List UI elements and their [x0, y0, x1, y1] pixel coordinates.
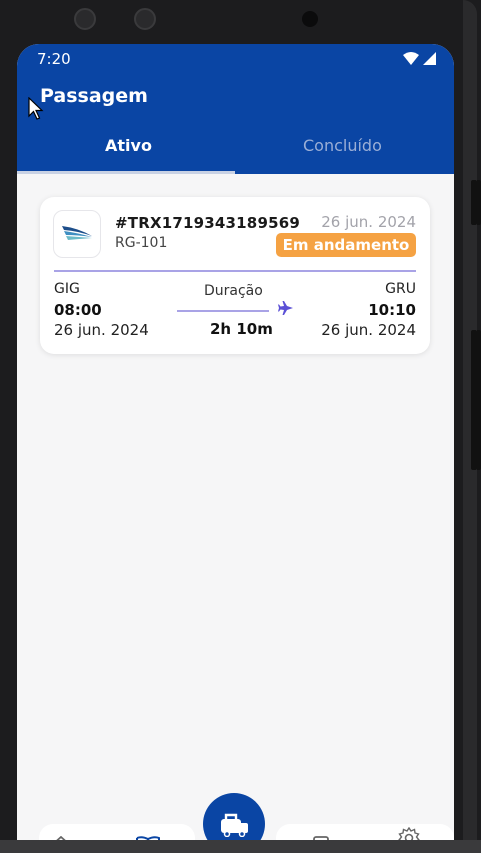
origin-date: 26 jun. 2024 [54, 321, 149, 339]
luggage-icon [221, 813, 248, 837]
status-time: 7:20 [37, 50, 71, 68]
ticket-card[interactable]: #TRX1719343189569 RG-101 26 jun. 2024 Em… [40, 197, 430, 354]
app-screen: 7:20 Passagem Ativo Concluído #TRX171934… [17, 44, 454, 853]
volume-button [471, 180, 477, 225]
signal-icon [423, 52, 436, 65]
origin-time: 08:00 [54, 301, 102, 319]
tab-indicator [17, 171, 235, 174]
bottom-bezel [0, 840, 481, 853]
camera-lens-icon [74, 8, 96, 30]
camera-lens-icon [134, 8, 156, 30]
flight-number: RG-101 [115, 235, 168, 251]
destination-code: GRU [385, 281, 416, 297]
tab-ativo[interactable]: Ativo [105, 136, 152, 155]
ticket-date: 26 jun. 2024 [321, 213, 416, 231]
power-button [471, 330, 477, 470]
tab-concluido[interactable]: Concluído [303, 136, 382, 155]
front-camera-icon [302, 11, 318, 27]
duration-value: 2h 10m [210, 320, 273, 338]
origin-code: GIG [54, 281, 80, 297]
route-line [177, 310, 269, 312]
phone-side-bezel [463, 0, 477, 853]
airline-logo [53, 210, 101, 258]
status-badge: Em andamento [276, 233, 416, 257]
app-header: 7:20 Passagem Ativo Concluído [17, 44, 454, 174]
airline-wing-icon [62, 226, 92, 240]
transaction-id: #TRX1719343189569 [115, 214, 300, 232]
wifi-icon [403, 52, 419, 65]
destination-time: 10:10 [368, 301, 416, 319]
duration-label: Duração [204, 283, 263, 299]
page-title: Passagem [40, 85, 148, 107]
status-icons [403, 52, 436, 65]
destination-date: 26 jun. 2024 [321, 321, 416, 339]
card-divider [54, 270, 416, 272]
mouse-cursor-icon [28, 97, 44, 120]
plane-icon [278, 301, 293, 315]
